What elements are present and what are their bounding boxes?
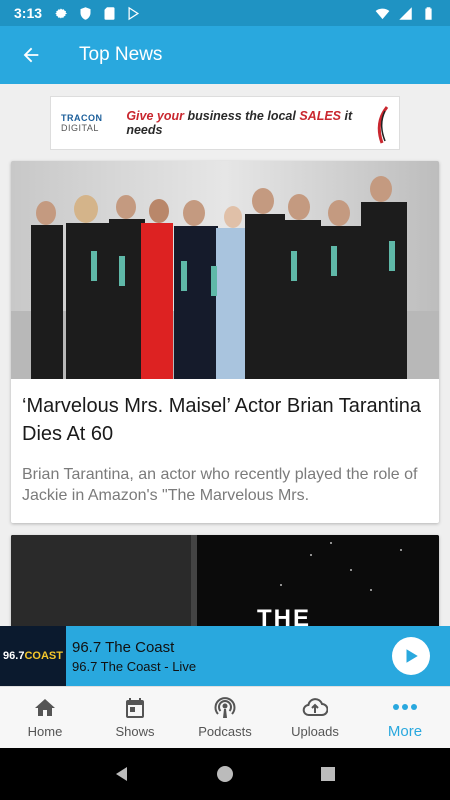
app-bar: Top News — [0, 26, 450, 84]
play-icon — [406, 649, 418, 663]
sd-card-icon — [104, 6, 115, 20]
more-dots-icon — [393, 704, 417, 710]
shield-icon — [80, 6, 91, 20]
news-feed[interactable]: TRACON DIGITAL Give your business the lo… — [0, 84, 450, 626]
back-triangle-icon[interactable] — [112, 764, 132, 784]
play-store-icon — [128, 6, 140, 20]
nav-home[interactable]: Home — [0, 687, 90, 748]
article-card[interactable]: THE — [11, 535, 439, 626]
battery-icon — [425, 6, 432, 20]
recents-square-icon[interactable] — [318, 764, 338, 784]
ad-banner[interactable]: TRACON DIGITAL Give your business the lo… — [50, 96, 400, 150]
article-image — [11, 161, 439, 379]
ad-text: Give your business the local SALES it ne… — [126, 109, 353, 137]
arrow-back-icon — [23, 47, 39, 63]
calendar-icon — [126, 698, 144, 718]
station-logo: 96.7 COAST — [0, 626, 66, 686]
nav-podcasts[interactable]: Podcasts — [180, 687, 270, 748]
bottom-nav: Home Shows Podcasts Uploads More — [0, 686, 450, 748]
article-image — [11, 535, 439, 626]
wifi-icon — [375, 8, 390, 19]
station-subtitle: 96.7 The Coast - Live — [72, 658, 197, 674]
page-title: Top News — [79, 44, 163, 65]
home-icon — [35, 699, 55, 716]
home-circle-icon[interactable] — [215, 764, 235, 784]
cell-signal-icon — [399, 6, 412, 20]
article-card[interactable]: ‘Marvelous Mrs. Maisel’ Actor Brian Tara… — [11, 161, 439, 523]
ad-logo-icon — [377, 106, 389, 144]
article-summary: Brian Tarantina, an actor who recently p… — [22, 466, 418, 504]
cloud-upload-icon — [302, 698, 328, 716]
settings-icon — [55, 8, 68, 18]
system-nav-bar — [0, 748, 450, 800]
ad-brand: TRACON DIGITAL — [61, 113, 103, 133]
status-bar: 3:13 — [0, 0, 450, 26]
station-name: 96.7 The Coast — [72, 638, 175, 656]
podcast-icon — [214, 697, 236, 718]
play-button[interactable] — [392, 637, 430, 675]
now-playing-bar[interactable]: 96.7 COAST 96.7 The Coast 96.7 The Coast … — [0, 626, 450, 686]
nav-more[interactable]: More — [360, 687, 450, 748]
article-image-text: THE — [257, 605, 311, 626]
nav-uploads[interactable]: Uploads — [270, 687, 360, 748]
article-headline: ‘Marvelous Mrs. Maisel’ Actor Brian Tara… — [22, 395, 422, 445]
nav-shows[interactable]: Shows — [90, 687, 180, 748]
status-time: 3:13 — [14, 5, 43, 21]
back-button[interactable] — [0, 26, 62, 84]
